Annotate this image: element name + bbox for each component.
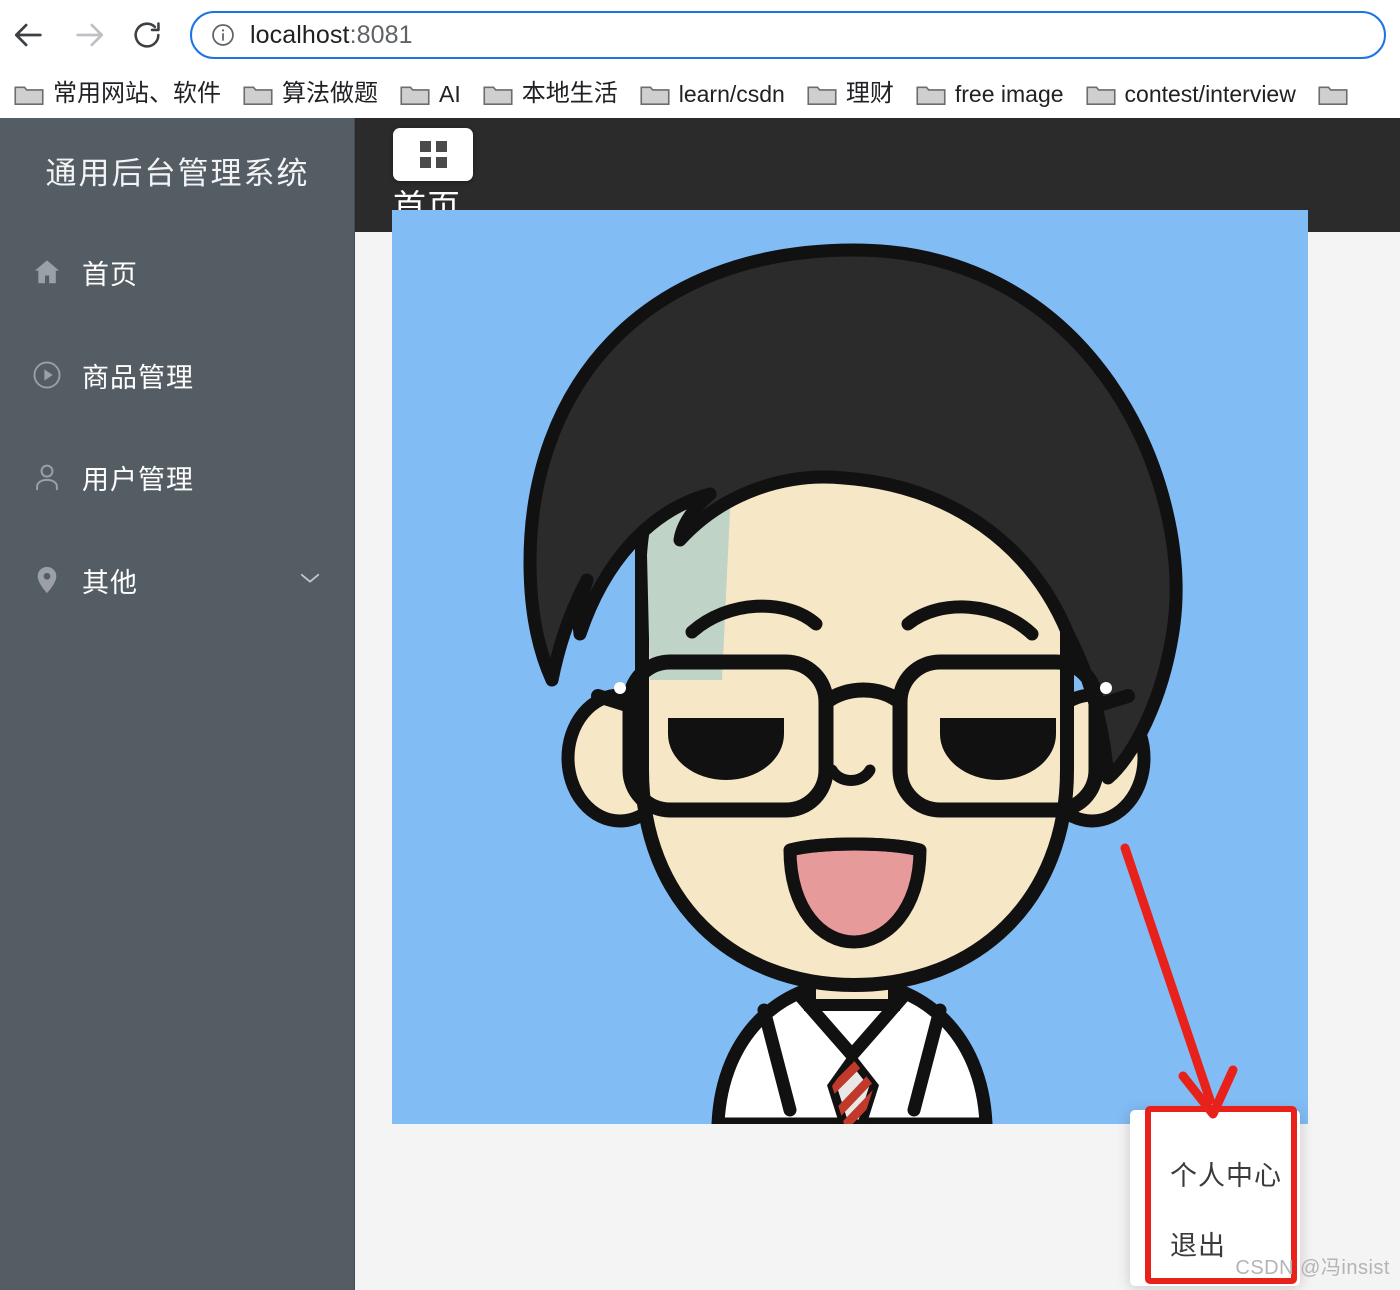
sidebar-item-home[interactable]: 首页 <box>0 241 355 303</box>
dropdown-item-profile[interactable]: 个人中心 <box>1170 1154 1282 1193</box>
url-text: localhost:8081 <box>250 21 413 50</box>
chevron-down-icon[interactable] <box>299 571 321 585</box>
folder-icon <box>640 85 670 105</box>
user-icon <box>30 460 64 494</box>
watermark: CSDN @冯insist <box>1235 1257 1390 1279</box>
reload-button[interactable] <box>124 12 170 58</box>
bookmark-item-4[interactable]: learn/csdn <box>640 74 785 114</box>
arrow-right-icon <box>76 23 104 47</box>
folder-icon <box>400 85 430 105</box>
folder-icon <box>14 85 44 105</box>
forward-button[interactable] <box>66 12 112 58</box>
bookmark-item-0[interactable]: 常用网站、软件 <box>14 74 221 114</box>
sidebar-item-users[interactable]: 用户管理 <box>0 446 355 508</box>
folder-icon <box>483 85 513 105</box>
home-icon <box>30 255 64 289</box>
sidebar: 通用后台管理系统 首页 商品管理 用户管理 其他 <box>0 118 355 1290</box>
folder-icon <box>807 85 837 105</box>
address-bar[interactable]: localhost:8081 <box>190 11 1386 59</box>
sidebar-item-other[interactable]: 其他 <box>0 549 355 611</box>
avatar-illustration <box>392 210 1308 1124</box>
grid-menu-icon[interactable] <box>393 128 473 181</box>
grid-dots <box>419 141 447 168</box>
bookmark-item-overflow[interactable] <box>1318 74 1357 114</box>
bookmark-label: learn/csdn <box>678 80 785 107</box>
bookmark-label: 本地生活 <box>521 80 618 107</box>
location-pin-icon <box>30 563 64 597</box>
sidebar-item-label: 首页 <box>82 259 138 290</box>
info-circle-icon[interactable] <box>210 22 236 48</box>
bookmark-item-1[interactable]: 算法做题 <box>243 74 378 114</box>
sidebar-item-label: 其他 <box>82 567 138 598</box>
folder-icon <box>1085 85 1116 105</box>
sidebar-item-label: 商品管理 <box>82 362 194 393</box>
user-avatar-cartoon <box>392 210 1308 1124</box>
play-circle-icon <box>30 358 64 392</box>
bookmark-item-7[interactable]: contest/interview <box>1085 74 1296 114</box>
folder-icon <box>1318 85 1348 105</box>
browser-chrome: localhost:8081 常用网站、软件 算法做题 AI 本地生活 lear… <box>0 0 1400 118</box>
sidebar-item-products[interactable]: 商品管理 <box>0 344 355 406</box>
bookmark-item-6[interactable]: free image <box>916 74 1064 114</box>
bookmark-label: free image <box>954 80 1064 107</box>
url-host: localhost <box>250 20 350 49</box>
bookmark-item-5[interactable]: 理财 <box>807 74 894 114</box>
bookmark-item-3[interactable]: 本地生活 <box>483 74 618 114</box>
admin-app: 通用后台管理系统 首页 商品管理 用户管理 其他 首页 个人中心 退出 CSDN… <box>0 118 1400 1290</box>
sidebar-item-label: 用户管理 <box>82 464 194 495</box>
bookmark-label: 常用网站、软件 <box>53 80 221 107</box>
bookmark-label: 算法做题 <box>282 80 378 107</box>
bookmark-label: contest/interview <box>1124 80 1296 107</box>
arrow-left-icon <box>14 23 42 47</box>
bookmarks-bar: 常用网站、软件 算法做题 AI 本地生活 learn/csdn 理财 free … <box>0 70 1400 118</box>
back-button[interactable] <box>6 12 52 58</box>
folder-icon <box>916 85 946 105</box>
browser-toolbar: localhost:8081 <box>0 0 1400 70</box>
folder-icon <box>243 85 273 105</box>
bookmark-item-2[interactable]: AI <box>400 74 461 114</box>
bookmark-label: AI <box>439 80 461 107</box>
app-title: 通用后台管理系统 <box>45 156 310 191</box>
reload-icon <box>134 22 160 48</box>
url-port: :8081 <box>349 20 413 49</box>
main-content: 首页 个人中心 退出 <box>355 118 1400 1290</box>
dropdown-item-logout[interactable]: 退出 <box>1170 1224 1226 1263</box>
bookmark-label: 理财 <box>845 80 894 107</box>
